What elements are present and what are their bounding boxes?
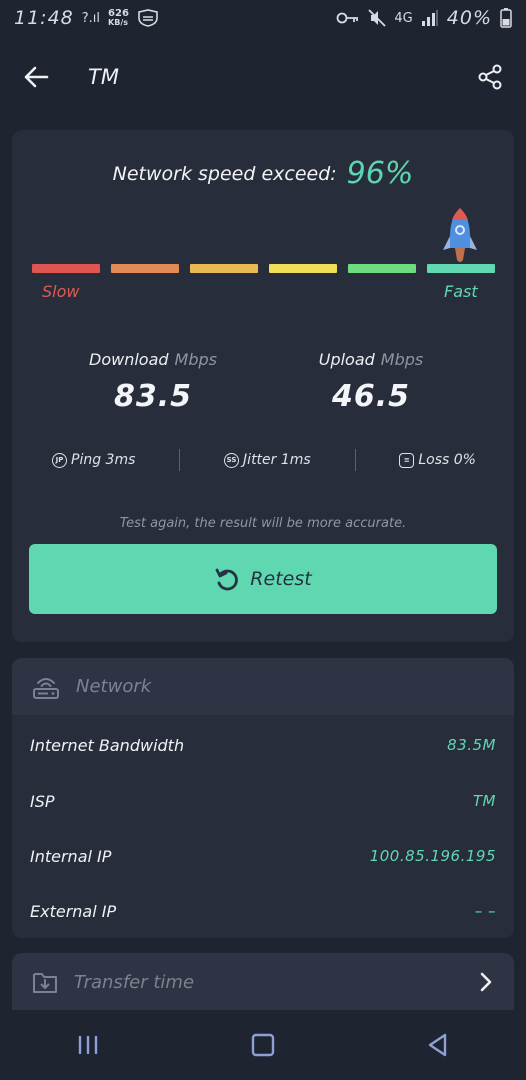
- row-value: – –: [474, 902, 496, 920]
- transfer-title: Transfer time: [74, 971, 195, 993]
- download-label: Download: [89, 350, 169, 369]
- back-arrow-icon[interactable]: [22, 63, 50, 91]
- upload-unit: Mbps: [380, 350, 424, 369]
- ping-label: Ping 3ms: [71, 452, 136, 468]
- jitter-label: Jitter 1ms: [243, 452, 311, 468]
- battery-icon: [500, 8, 512, 28]
- network-title: Network: [76, 676, 152, 697]
- battery-percent: 40%: [446, 7, 492, 29]
- network-header: Network: [12, 658, 514, 715]
- network-row-external-ip: External IP – –: [30, 896, 496, 926]
- ping-icon: JP: [52, 452, 67, 468]
- router-icon: [33, 677, 59, 699]
- network-card: Network Internet Bandwidth 83.5M ISP TM …: [12, 658, 514, 938]
- shield-icon: [138, 9, 158, 27]
- recent-apps-icon[interactable]: [75, 1034, 101, 1056]
- system-nav-bar: [0, 1010, 526, 1080]
- chevron-right-icon: [480, 972, 492, 992]
- jitter-icon: SS: [224, 452, 240, 468]
- mute-icon: [368, 9, 387, 27]
- status-time: 11:48: [14, 7, 74, 29]
- speed-segment: [427, 264, 495, 273]
- network-type: 4G: [394, 10, 413, 26]
- home-icon[interactable]: [250, 1032, 276, 1058]
- retest-label: Retest: [250, 568, 312, 590]
- speed-exceed-row: Network speed exceed: 96%: [12, 156, 514, 191]
- speed-segment: [348, 264, 416, 273]
- network-speed-indicator: 626 KB/s: [108, 8, 129, 28]
- status-bar: 11:48 ?.ıl 626 KB/s 4G 40%: [0, 0, 526, 36]
- row-value: TM: [472, 792, 496, 810]
- fast-label: Fast: [444, 282, 478, 301]
- upload-value: 46.5: [331, 379, 411, 414]
- stats-row: JP Ping 3ms SS Jitter 1ms ≡ Loss 0%: [52, 448, 476, 472]
- back-nav-icon[interactable]: [425, 1032, 451, 1058]
- row-label: ISP: [30, 791, 55, 811]
- download-unit: Mbps: [174, 350, 217, 369]
- retest-button[interactable]: Retest: [29, 544, 497, 614]
- page-title: TM: [88, 65, 119, 89]
- row-value: 83.5M: [447, 736, 496, 754]
- signal-icon: [421, 10, 438, 26]
- key-icon: [337, 12, 359, 24]
- ping-stat: JP Ping 3ms: [52, 452, 135, 468]
- download-metric: Download Mbps 83.5: [53, 350, 253, 414]
- network-row-bandwidth: Internet Bandwidth 83.5M: [30, 730, 496, 760]
- jitter-stat: SS Jitter 1ms: [224, 452, 311, 468]
- upload-label: Upload: [318, 350, 375, 369]
- row-label: External IP: [30, 901, 117, 921]
- folder-download-icon: [33, 973, 57, 993]
- download-value: 83.5: [113, 379, 193, 414]
- speed-segment: [269, 264, 337, 273]
- speed-segment: [111, 264, 179, 273]
- speed-result-card: Network speed exceed: 96% Slow Fast Downl…: [12, 130, 514, 642]
- loss-label: Loss 0%: [418, 452, 476, 468]
- network-row-internal-ip: Internal IP 100.85.196.195: [30, 841, 496, 871]
- share-icon[interactable]: [476, 63, 504, 91]
- row-label: Internet Bandwidth: [30, 735, 185, 755]
- transfer-time-row[interactable]: Transfer time: [12, 953, 514, 1011]
- speed-level-bar: [32, 264, 495, 274]
- app-bar: TM: [0, 36, 526, 118]
- refresh-icon: [215, 568, 239, 591]
- upload-metric: Upload Mbps 46.5: [271, 350, 471, 414]
- speed-exceed-label: Network speed exceed:: [112, 163, 337, 185]
- loss-icon: ≡: [399, 452, 415, 468]
- retest-hint: Test again, the result will be more accu…: [119, 516, 407, 531]
- speed-exceed-percent: 96%: [346, 156, 414, 191]
- speed-segment: [32, 264, 100, 273]
- loss-stat: ≡ Loss 0%: [399, 452, 476, 468]
- row-label: Internal IP: [30, 846, 112, 866]
- slow-label: Slow: [42, 282, 80, 301]
- row-value: 100.85.196.195: [369, 847, 496, 865]
- divider: [179, 449, 181, 471]
- no-sim-icon: ?.ıl: [81, 10, 101, 26]
- divider: [354, 449, 356, 471]
- rocket-icon: [443, 208, 477, 262]
- speed-segment: [190, 264, 258, 273]
- network-row-isp: ISP TM: [30, 786, 496, 816]
